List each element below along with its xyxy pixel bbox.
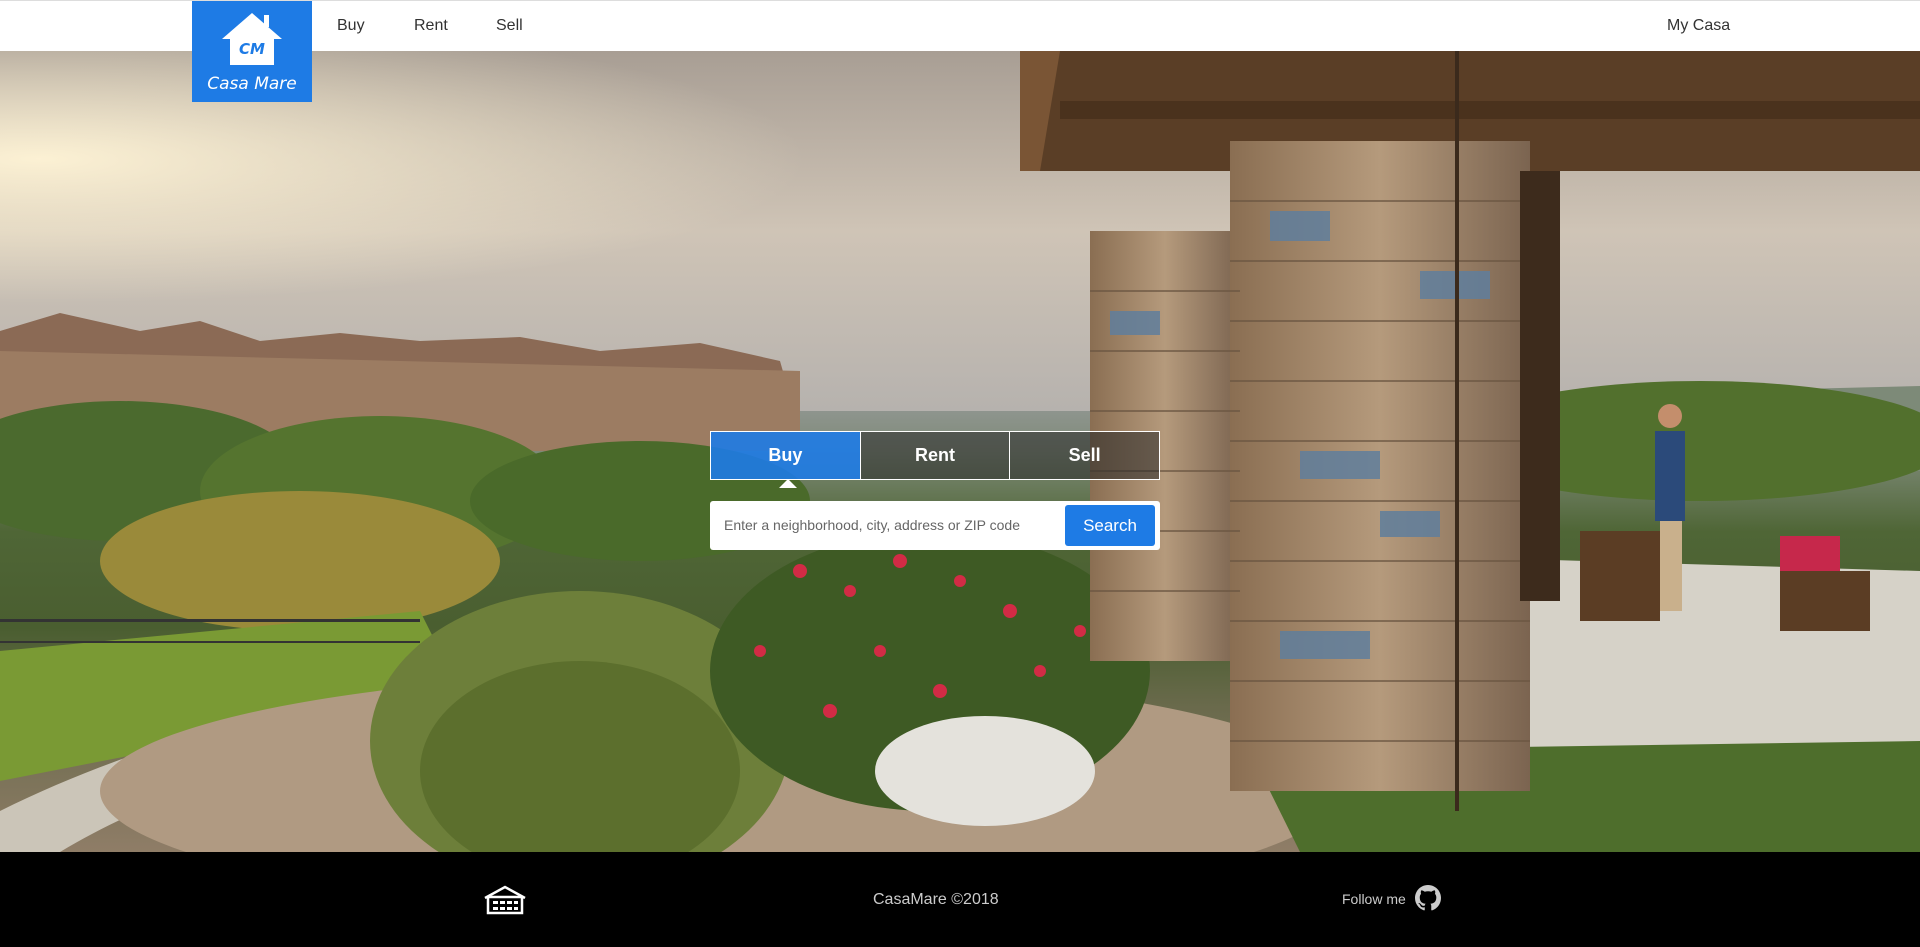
top-navbar: CM Casa Mare Buy Rent Sell My Casa — [0, 0, 1920, 102]
tab-sell[interactable]: Sell — [1010, 432, 1160, 479]
search-button[interactable]: Search — [1065, 505, 1155, 546]
hero-banner: Buy Rent Sell Search — [0, 51, 1920, 852]
search-mode-tabs: Buy Rent Sell — [710, 431, 1160, 488]
casa-mare-logo[interactable]: CM Casa Mare — [192, 1, 312, 102]
github-icon[interactable] — [1415, 885, 1441, 911]
page-footer: CasaMare ©2018 Follow me — [0, 852, 1920, 947]
search-input[interactable] — [724, 510, 1054, 540]
search-bar: Search — [710, 501, 1160, 550]
nav-rent-link[interactable]: Rent — [414, 17, 448, 35]
nav-sell-link[interactable]: Sell — [496, 17, 523, 35]
follow-me-label[interactable]: Follow me — [1342, 891, 1406, 907]
house-logo-icon: CM — [222, 13, 282, 65]
footer-copyright: CasaMare ©2018 — [873, 891, 999, 908]
logo-brand-name: Casa Mare — [207, 74, 297, 94]
tab-buy[interactable]: Buy — [711, 432, 861, 488]
nav-buy-link[interactable]: Buy — [337, 17, 365, 35]
tab-rent[interactable]: Rent — [860, 432, 1011, 479]
nav-my-casa-link[interactable]: My Casa — [1667, 17, 1730, 35]
house-icon — [484, 885, 526, 915]
logo-monogram: CM — [239, 40, 265, 58]
